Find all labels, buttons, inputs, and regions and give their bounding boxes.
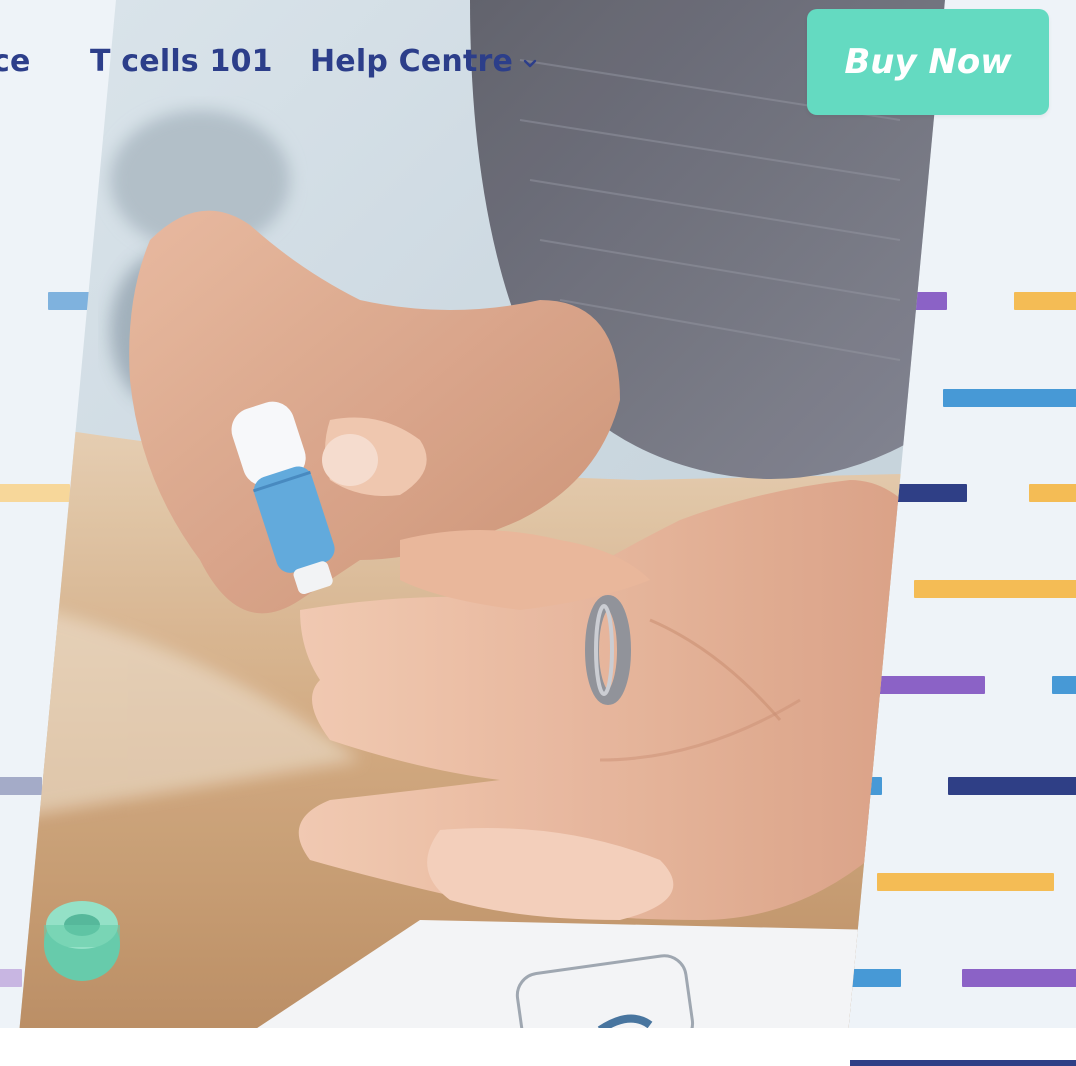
nav-item-t-cells-101[interactable]: T cells 101 bbox=[90, 44, 273, 79]
buy-now-label: Buy Now bbox=[844, 42, 1012, 82]
decor-stripe-navy bbox=[850, 1060, 1076, 1066]
chevron-down-icon bbox=[523, 59, 537, 67]
buy-now-button[interactable]: Buy Now bbox=[807, 9, 1049, 115]
nav-item-partial-label: ce bbox=[0, 44, 31, 79]
nav-item-help-centre[interactable]: Help Centre bbox=[310, 44, 537, 79]
nav-item-help-centre-label: Help Centre bbox=[310, 44, 514, 79]
hero-section: ce T cells 101 Help Centre Buy Now bbox=[0, 0, 1076, 1066]
hero-photo bbox=[16, 0, 945, 1066]
nav-item-partial[interactable]: ce bbox=[0, 44, 31, 79]
nav-item-t-cells-101-label: T cells 101 bbox=[90, 44, 273, 79]
